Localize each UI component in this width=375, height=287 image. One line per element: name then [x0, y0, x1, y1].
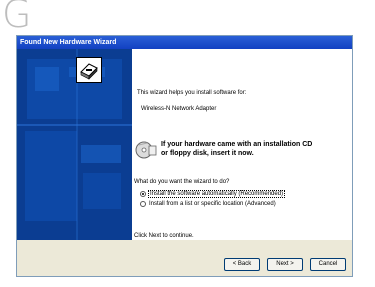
intro-text: This wizard helps you install software f… [137, 90, 247, 96]
radio-label-automatic: Install the software automatically (Reco… [147, 190, 286, 198]
window-title: Found New Hardware Wizard [17, 36, 352, 49]
install-cd-prompt: If your hardware came with an installati… [135, 137, 335, 165]
wizard-buttons: < Back Next > Cancel [224, 258, 346, 271]
circuit-board-graphic [17, 49, 132, 240]
hardware-wizard-icon [76, 57, 102, 83]
continue-text: Click Next to continue. [134, 233, 194, 239]
radio-install-automatic[interactable]: Install the software automatically (Reco… [140, 190, 286, 198]
device-name: Wireless-N Network Adapter [141, 106, 217, 112]
radio-install-from-list[interactable]: Install from a list or specific location… [140, 201, 276, 207]
radio-button[interactable] [140, 201, 146, 207]
radio-label-from-list: Install from a list or specific location… [149, 201, 276, 207]
back-button[interactable]: < Back [224, 258, 260, 271]
wizard-window: Found New Hardware Wizard This wizard he… [16, 35, 353, 277]
cd-line-2: or floppy disk, insert it now. [161, 150, 254, 157]
radio-button-selected[interactable] [140, 191, 146, 197]
next-button[interactable]: Next > [267, 258, 303, 271]
cd-line-1: If your hardware came with an installati… [161, 141, 313, 148]
wizard-graphic-panel [17, 49, 132, 240]
cancel-button[interactable]: Cancel [310, 258, 346, 271]
wizard-question: What do you want the wizard to do? [134, 179, 230, 185]
step-letter: G [2, 0, 32, 36]
cd-icon [135, 141, 157, 159]
cd-instruction: If your hardware came with an installati… [161, 140, 312, 158]
wizard-content-panel: This wizard helps you install software f… [132, 49, 352, 240]
